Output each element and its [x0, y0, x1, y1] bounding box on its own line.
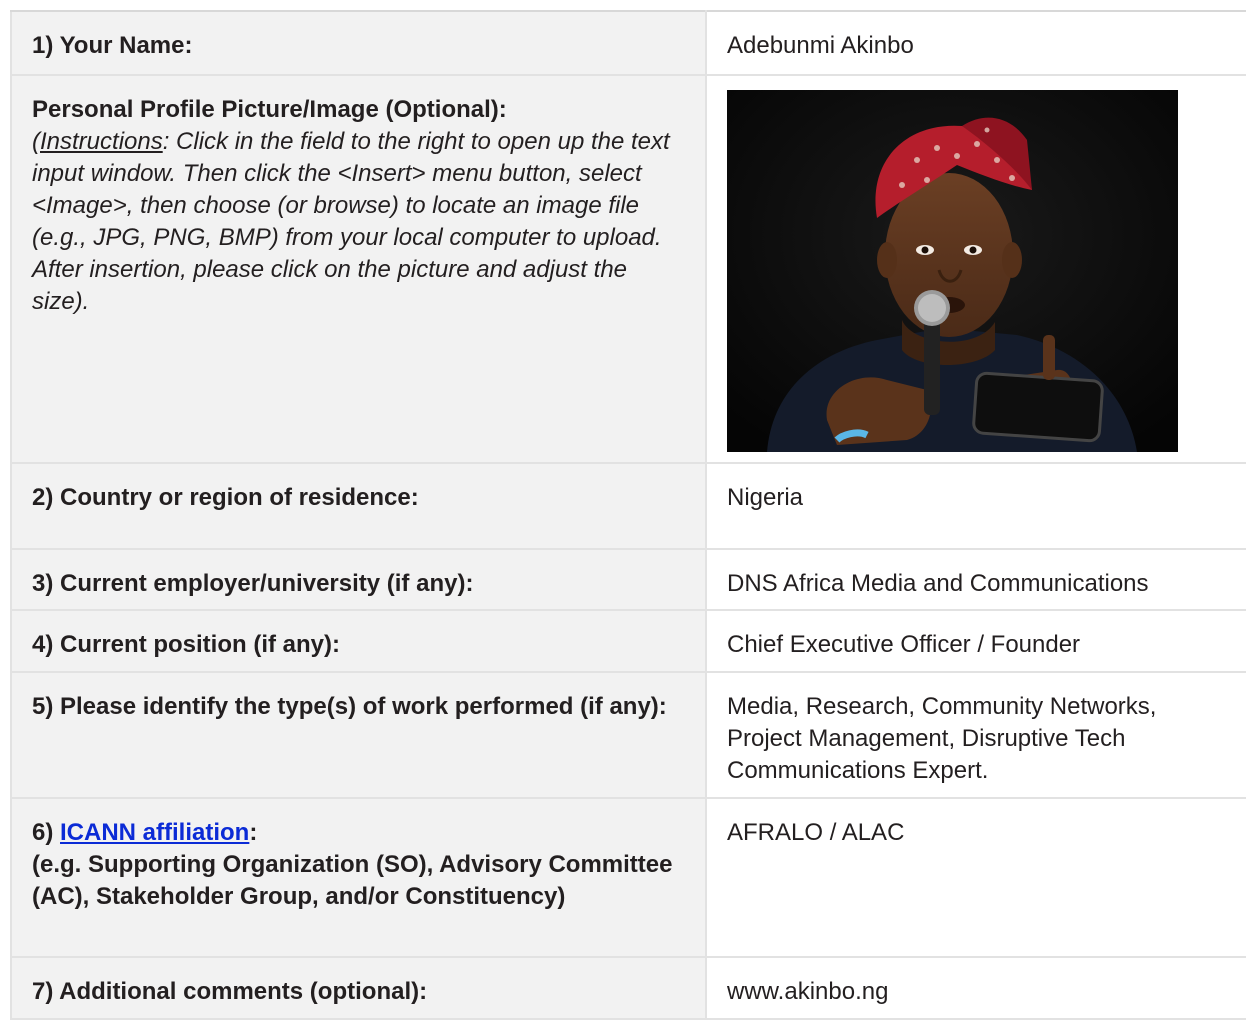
- label-cell: Personal Profile Picture/Image (Optional…: [10, 74, 707, 464]
- label-cell: 1) Your Name:: [10, 10, 707, 76]
- value-cell[interactable]: www.akinbo.ng: [706, 956, 1246, 1020]
- value-cell[interactable]: Chief Executive Officer / Founder: [706, 609, 1246, 673]
- position-label: 4) Current position (if any):: [32, 631, 340, 658]
- icann-affiliation-value[interactable]: AFRALO / ALAC: [707, 799, 1246, 849]
- profile-photo[interactable]: [727, 90, 1178, 452]
- table-row: 5) Please identify the type(s) of work p…: [10, 671, 1246, 799]
- value-cell[interactable]: Adebunmi Akinbo: [706, 10, 1246, 76]
- position-value[interactable]: Chief Executive Officer / Founder: [707, 611, 1246, 661]
- table-row: 1) Your Name: Adebunmi Akinbo: [10, 10, 1246, 76]
- table-row: 6) ICANN affiliation: (e.g. Supporting Or…: [10, 797, 1246, 958]
- comments-label: 7) Additional comments (optional):: [32, 978, 428, 1005]
- table-row: 4) Current position (if any): Chief Exec…: [10, 609, 1246, 673]
- work-type-label: 5) Please identify the type(s) of work p…: [32, 693, 667, 720]
- profile-picture-instructions: (Instructions: Click in the field to the…: [12, 126, 705, 318]
- profile-form-table: 1) Your Name: Adebunmi Akinbo Personal P…: [10, 10, 1246, 1020]
- table-row: Personal Profile Picture/Image (Optional…: [10, 74, 1246, 464]
- value-cell[interactable]: DNS Africa Media and Communications: [706, 548, 1246, 611]
- employer-label: 3) Current employer/university (if any):: [32, 570, 474, 597]
- country-label: 2) Country or region of residence:: [32, 484, 419, 511]
- instructions-text: : Click in the field to the right to ope…: [32, 128, 670, 315]
- affiliation-colon: :: [249, 819, 258, 846]
- affiliation-number: 6): [32, 819, 61, 846]
- value-cell[interactable]: Nigeria: [706, 462, 1246, 550]
- label-cell: 7) Additional comments (optional):: [10, 956, 707, 1020]
- country-value[interactable]: Nigeria: [707, 464, 1246, 514]
- icann-affiliation-link[interactable]: ICANN affiliation: [60, 819, 249, 846]
- label-cell: 6) ICANN affiliation: (e.g. Supporting Or…: [10, 797, 707, 958]
- label-cell: 3) Current employer/university (if any):: [10, 548, 707, 611]
- table-row: 7) Additional comments (optional): www.a…: [10, 956, 1246, 1020]
- value-cell[interactable]: AFRALO / ALAC: [706, 797, 1246, 958]
- work-type-value[interactable]: Media, Research, Community Networks, Pro…: [707, 673, 1246, 787]
- label-cell: 4) Current position (if any):: [10, 609, 707, 673]
- profile-picture-label: Personal Profile Picture/Image (Optional…: [32, 96, 507, 123]
- label-cell: 5) Please identify the type(s) of work p…: [10, 671, 707, 799]
- comments-value[interactable]: www.akinbo.ng: [707, 958, 1246, 1008]
- employer-value[interactable]: DNS Africa Media and Communications: [707, 550, 1246, 600]
- value-cell[interactable]: [706, 74, 1246, 464]
- instructions-word: Instructions: [40, 128, 163, 155]
- name-value[interactable]: Adebunmi Akinbo: [707, 12, 1246, 62]
- table-row: 2) Country or region of residence: Niger…: [10, 462, 1246, 550]
- instructions-prefix: (: [32, 128, 40, 155]
- table-row: 3) Current employer/university (if any):…: [10, 548, 1246, 611]
- value-cell[interactable]: Media, Research, Community Networks, Pro…: [706, 671, 1246, 799]
- icann-affiliation-label: 6) ICANN affiliation: (e.g. Supporting Or…: [12, 799, 705, 913]
- affiliation-detail: (e.g. Supporting Organization (SO), Advi…: [32, 851, 673, 910]
- label-cell: 2) Country or region of residence:: [10, 462, 707, 550]
- name-label: 1) Your Name:: [32, 32, 193, 59]
